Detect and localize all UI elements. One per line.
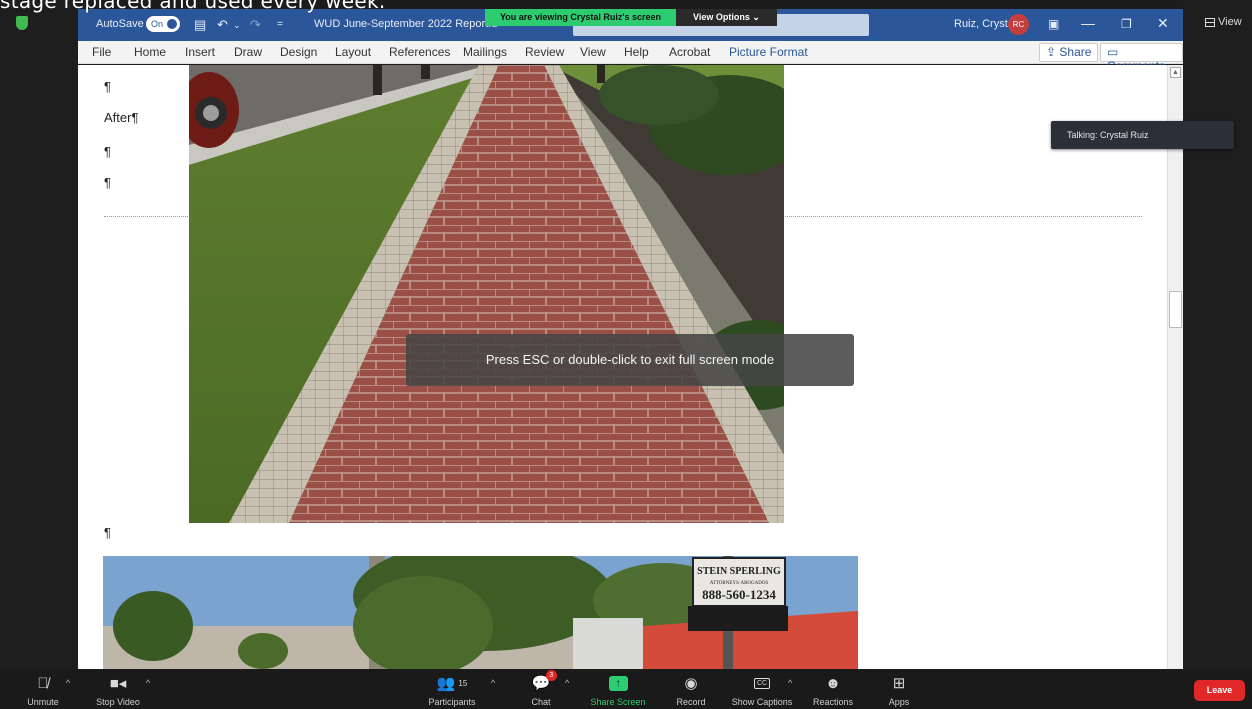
sign-line-1: STEIN SPERLING — [697, 566, 781, 577]
audio-options-chevron-icon[interactable]: ^ — [66, 678, 70, 688]
zoom-left-panel — [0, 0, 78, 669]
view-button[interactable]: View — [1205, 16, 1242, 28]
zoom-right-panel — [1183, 0, 1252, 669]
paragraph-mark: ¶ — [104, 144, 111, 159]
participants-chevron-icon[interactable]: ^ — [491, 678, 495, 688]
paragraph-mark: ¶ — [104, 79, 111, 94]
share-icon: ⇪ — [1046, 45, 1060, 59]
undo-icon[interactable]: ↶ — [217, 17, 228, 33]
paragraph-mark: ¶ — [104, 525, 111, 540]
video-camera-icon: ■◂ — [109, 675, 127, 692]
viewing-banner: You are viewing Crystal Ruiz's screen — [485, 9, 676, 26]
restore-icon[interactable]: ❐ — [1121, 17, 1132, 31]
comment-icon: ▭ — [1107, 45, 1119, 59]
share-screen-button[interactable]: ↑ Share Screen — [578, 673, 658, 707]
captions-chevron-icon[interactable]: ^ — [788, 678, 792, 688]
tab-picture-format[interactable]: Picture Format — [729, 45, 808, 59]
chat-bubble-icon: 💬 3 — [532, 670, 557, 693]
chat-chevron-icon[interactable]: ^ — [565, 678, 569, 688]
stop-video-label: Stop Video — [96, 697, 140, 707]
scrollbar-thumb[interactable] — [1169, 291, 1182, 328]
view-button-label: View — [1218, 16, 1242, 28]
ribbon-menu: File Home Insert Draw Design Layout Refe… — [78, 41, 1183, 73]
document-title: WUD June-September 2022 Report.d — [314, 18, 498, 30]
tab-file[interactable]: File — [92, 45, 111, 59]
screen: stage replaced and used every week. View… — [0, 0, 1252, 709]
view-options-label: View Options — [693, 12, 750, 22]
autosave-toggle[interactable]: On — [146, 16, 180, 32]
tab-acrobat[interactable]: Acrobat — [669, 45, 710, 59]
redo-icon[interactable]: ↷ — [250, 17, 261, 33]
scroll-up-icon[interactable]: ▲ — [1170, 67, 1181, 78]
tab-insert[interactable]: Insert — [185, 45, 215, 59]
record-icon: ◉ — [684, 675, 698, 692]
street-photo[interactable]: STEIN SPERLING ATTORNEYS·ABOGADOS 888-56… — [103, 556, 858, 669]
apps-label: Apps — [888, 697, 910, 707]
record-label: Record — [676, 697, 706, 707]
comments-button[interactable]: ▭ Comments — [1100, 43, 1183, 73]
participants-count: 15 — [458, 678, 468, 688]
tab-draw[interactable]: Draw — [234, 45, 262, 59]
street-photo-graphic: STEIN SPERLING ATTORNEYS·ABOGADOS 888-56… — [103, 556, 858, 669]
leave-button[interactable]: Leave — [1194, 680, 1245, 701]
tab-home[interactable]: Home — [134, 45, 166, 59]
apps-icon: ⊞ — [892, 675, 906, 692]
ribbon-display-icon[interactable]: ▣ — [1048, 17, 1059, 31]
apps-button[interactable]: ⊞ Apps — [859, 673, 939, 707]
closed-captions-icon: CC — [753, 673, 771, 693]
zoom-toolbar: 🎙̸ Unmute ^ ■◂ Stop Video ^ 👥 15 Particip… — [0, 669, 1252, 709]
customize-toolbar-icon[interactable]: = — [277, 19, 283, 30]
participants-button[interactable]: 👥 15 Participants — [412, 673, 492, 707]
share-screen-arrow-icon: ↑ — [608, 675, 628, 691]
fullscreen-exit-toast: Press ESC or double-click to exit full s… — [406, 334, 854, 386]
share-button[interactable]: ⇪ Share — [1039, 43, 1099, 62]
view-options-button[interactable]: View Options ⌄ — [676, 9, 777, 26]
tab-references[interactable]: References — [389, 45, 450, 59]
close-icon[interactable]: ✕ — [1157, 15, 1169, 32]
chat-label: Chat — [531, 697, 551, 707]
chat-unread-badge: 3 — [545, 670, 557, 681]
show-captions-label: Show Captions — [731, 697, 793, 707]
autosave-label: AutoSave — [96, 18, 144, 30]
caption-overlay: stage replaced and used every week. — [0, 0, 386, 13]
minimize-icon[interactable]: — — [1081, 15, 1095, 31]
security-shield-icon[interactable] — [16, 16, 28, 30]
microphone-muted-icon: 🎙̸ — [37, 674, 49, 692]
vertical-scrollbar[interactable]: ▲ — [1167, 65, 1183, 669]
save-icon[interactable]: ▤ — [194, 17, 206, 33]
unmute-label: Unmute — [27, 697, 59, 707]
participants-label: Participants — [428, 697, 476, 707]
chevron-down-icon: ⌄ — [752, 12, 760, 22]
tab-review[interactable]: Review — [525, 45, 564, 59]
sidewalk-photo-graphic — [189, 65, 784, 523]
share-label: Share — [1059, 45, 1092, 59]
smiley-plus-icon: ☻ — [825, 674, 841, 692]
sign-line-2: ATTORNEYS·ABOGADOS — [710, 581, 769, 586]
reactions-label: Reactions — [812, 697, 854, 707]
paragraph-after: After¶ — [104, 110, 139, 125]
paragraph-mark: ¶ — [104, 175, 111, 190]
talking-indicator: Talking: Crystal Ruiz — [1051, 121, 1234, 149]
user-avatar[interactable]: RC — [1008, 14, 1029, 35]
user-name: Ruiz, Crystal — [954, 18, 1017, 30]
tab-design[interactable]: Design — [280, 45, 317, 59]
undo-dropdown-icon[interactable]: ⌄ — [233, 20, 241, 31]
sidewalk-photo[interactable] — [189, 65, 784, 523]
record-button[interactable]: ◉ Record — [651, 673, 731, 707]
tab-help[interactable]: Help — [624, 45, 649, 59]
video-options-chevron-icon[interactable]: ^ — [146, 678, 150, 688]
participants-icon: 👥 15 — [436, 675, 468, 692]
sign-line-3: 888-560-1234 — [702, 587, 776, 602]
grid-view-icon — [1205, 17, 1215, 27]
tab-layout[interactable]: Layout — [335, 45, 371, 59]
tab-mailings[interactable]: Mailings — [463, 45, 507, 59]
unmute-button[interactable]: 🎙̸ Unmute — [3, 673, 83, 708]
tab-view[interactable]: View — [580, 45, 606, 59]
share-screen-label: Share Screen — [590, 697, 646, 707]
